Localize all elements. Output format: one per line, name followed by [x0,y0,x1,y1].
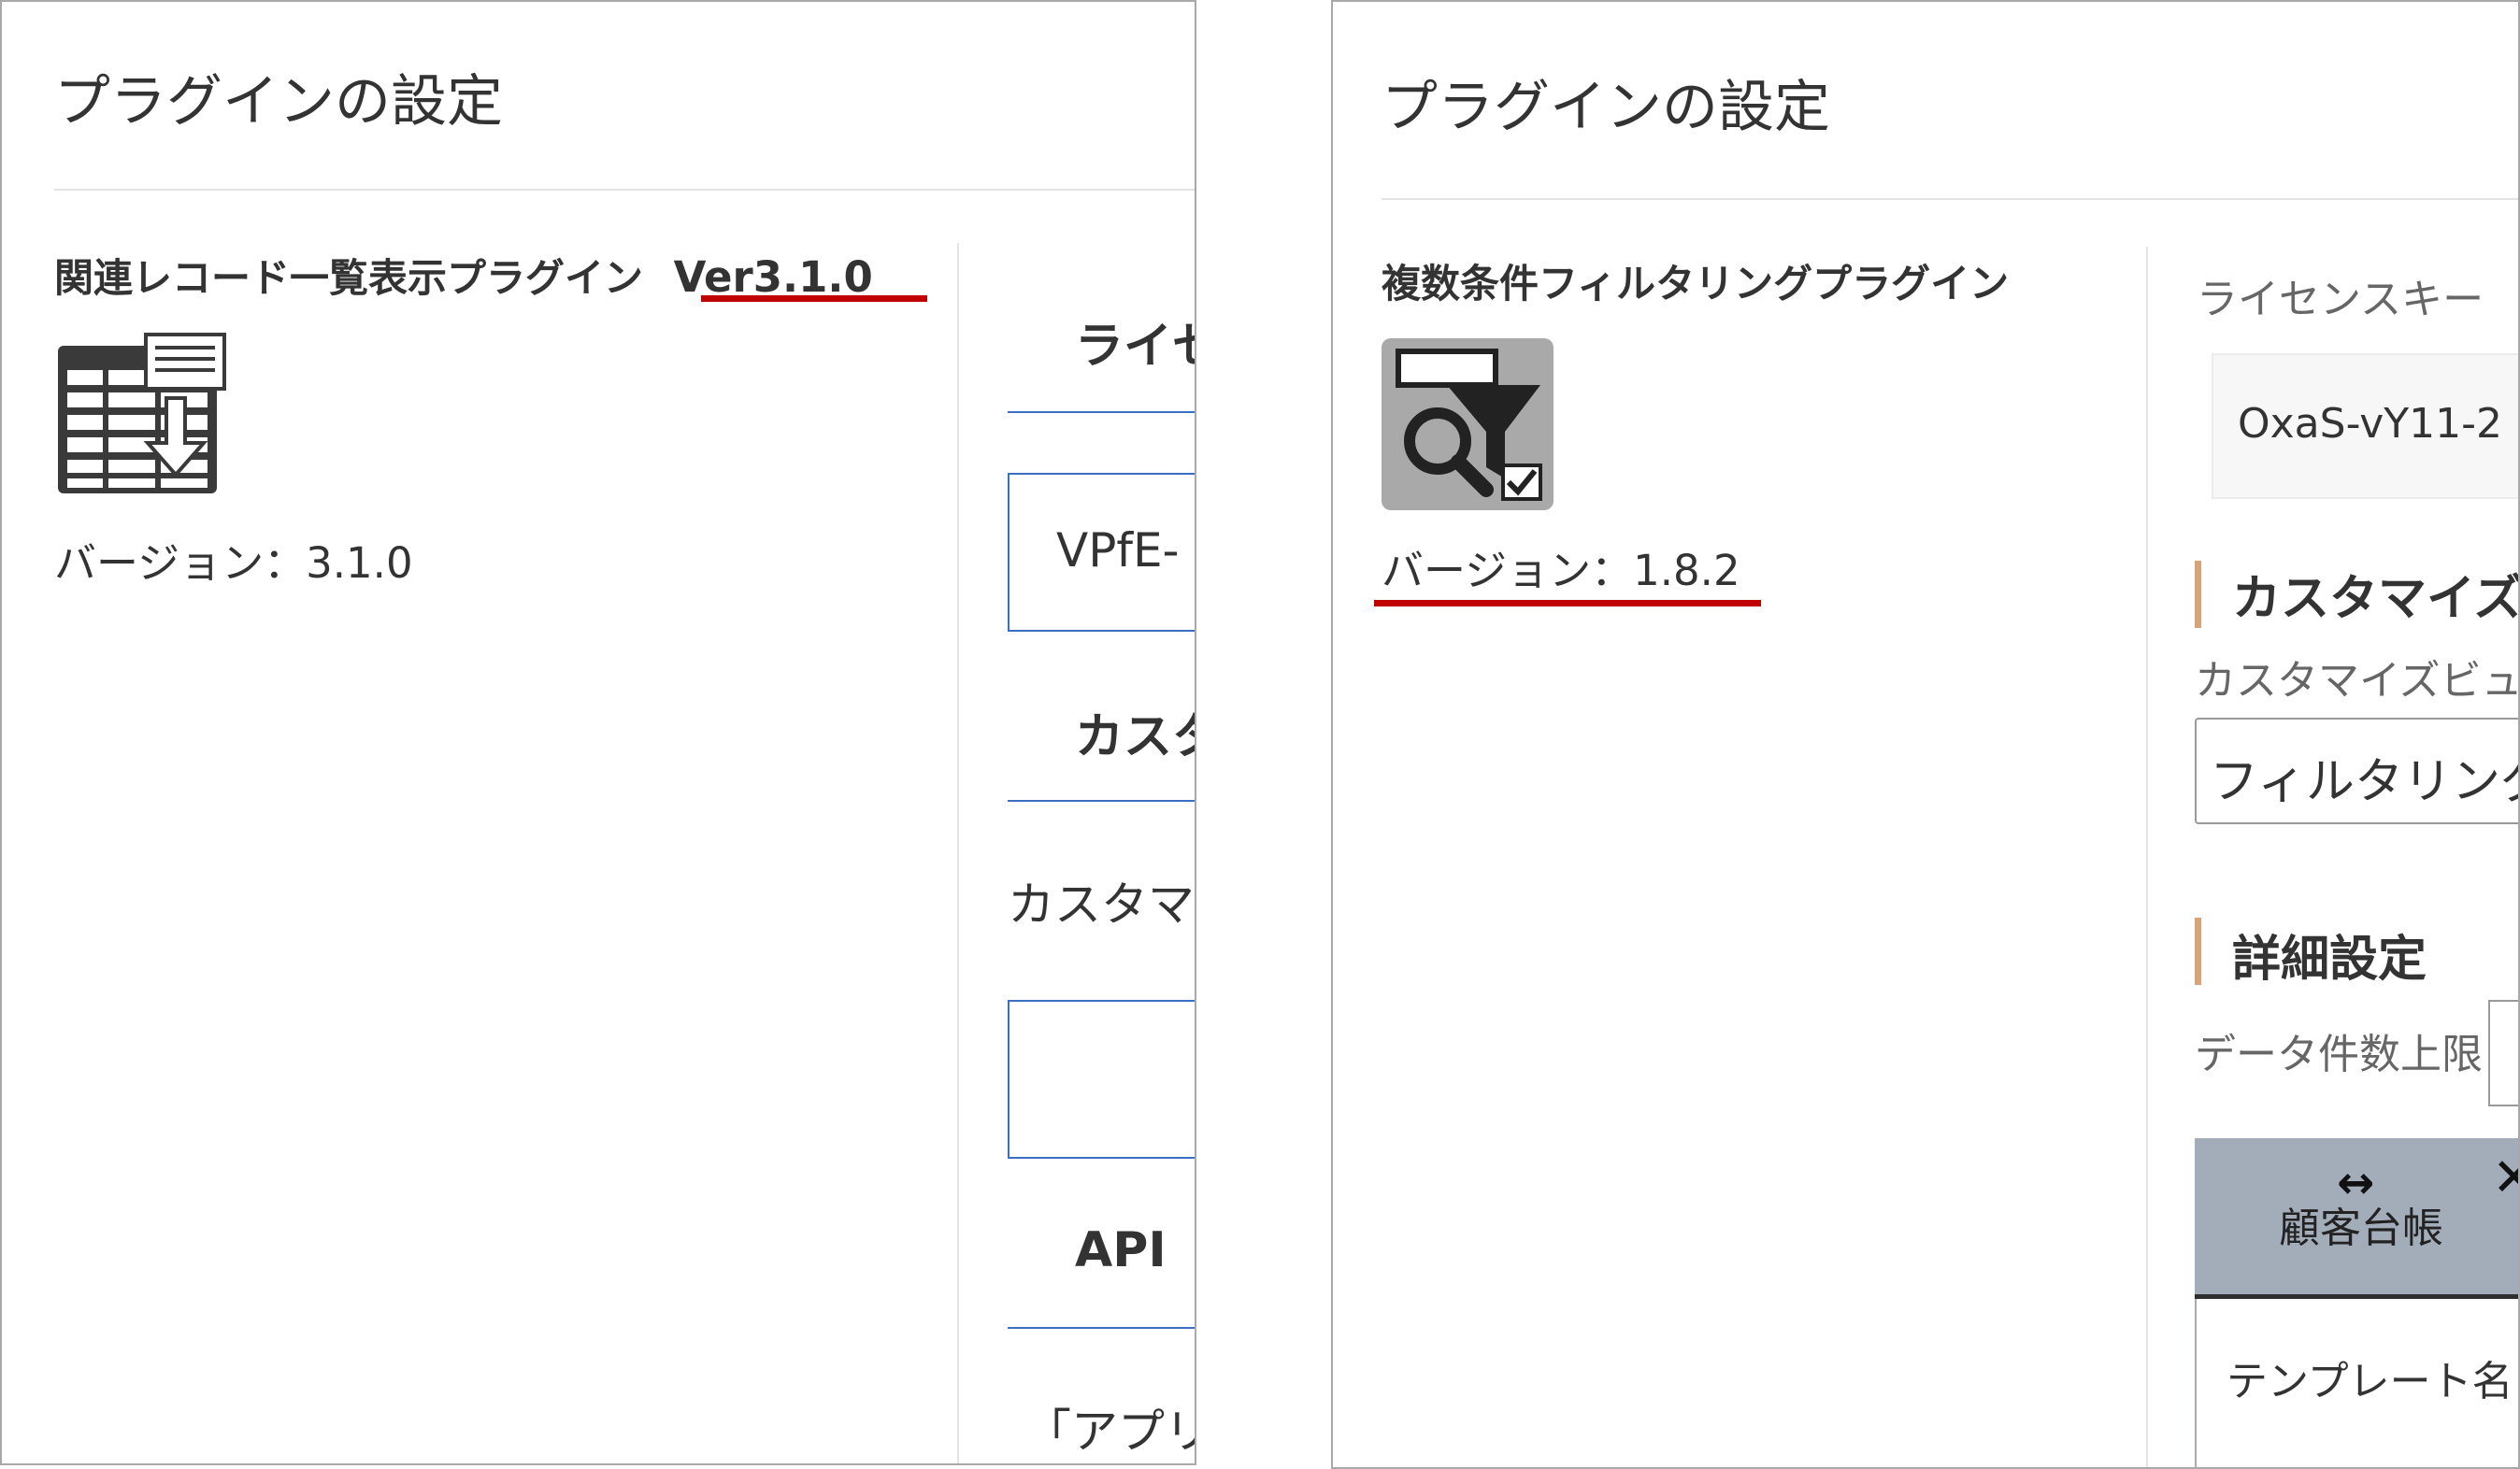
license-key-label: ライセンスキー [2197,276,2484,323]
api-description: 「アプリ [1024,1405,1196,1459]
left-settings-panel: プラグインの設定 関連レコード一覧表示プラグイン Ver3.1.0 バージョン：… [0,0,1196,1465]
column-divider [957,243,959,1463]
data-limit-label: データ件数上限 [2195,1031,2483,1078]
detail-section-heading: 詳細設定 [2232,932,2427,988]
customize-view-select[interactable]: フィルタリング [2195,718,2520,824]
api-section-heading-text: API [1075,1222,1167,1278]
filter-search-icon [1382,338,1554,510]
version-underline [1374,600,1761,606]
right-settings-panel: プラグインの設定 複数条件フィルタリングプラグイン バージョン：1.8.2 ライ… [1331,0,2520,1469]
customize-section-line [1008,800,1195,802]
customize-heading-bar [2195,561,2201,628]
license-section-heading: ライセ [1075,319,1195,375]
customize-section-heading: カスタマイズ [2232,571,2520,627]
detail-heading-bar [2195,918,2201,985]
tab-content: テンプレート名 [2195,1299,2518,1467]
license-key-input[interactable]: OxaS-vY11-2 [2212,353,2518,499]
customize-description: カスタマ [1008,877,1195,932]
close-icon[interactable]: ✕ [2492,1148,2518,1208]
api-section-line [1008,1327,1195,1329]
version-tag-underline [701,295,927,302]
license-key-input[interactable]: VPfE- [1008,473,1195,632]
customize-view-select-value: フィルタリング [2210,754,2520,810]
tab-label: 顧客台帳 [2279,1205,2443,1252]
customize-input[interactable] [1008,1000,1195,1159]
plugin-name-text: 関連レコード一覧表示プラグイン [54,255,644,301]
plugin-name: 複数条件フィルタリングプラグイン [1382,261,2010,307]
version-label: バージョン：1.8.2 [1382,546,1740,595]
license-section-line [1008,411,1195,413]
tab-customer-ledger[interactable]: ↔ ✕ 顧客台帳 [2195,1138,2518,1299]
license-key-value: VPfE- [1056,523,1180,578]
table-download-icon [56,333,228,497]
api-section-heading: API [1075,1222,1167,1278]
title-divider [54,189,1195,191]
customize-section-heading: カスタ [1075,709,1195,765]
column-divider [2146,247,2148,1467]
version-label: バージョン：3.1.0 [54,538,413,588]
data-limit-input[interactable] [2488,1000,2518,1106]
template-name-label: テンプレート名 [2226,1358,2513,1405]
customize-view-label: カスタマイズビュ [2195,657,2520,705]
title-divider [1382,198,2518,200]
page-title: プラグインの設定 [1382,75,1830,140]
license-key-value: OxaS-vY11-2 [2238,400,2503,448]
page-title: プラグインの設定 [54,69,503,135]
